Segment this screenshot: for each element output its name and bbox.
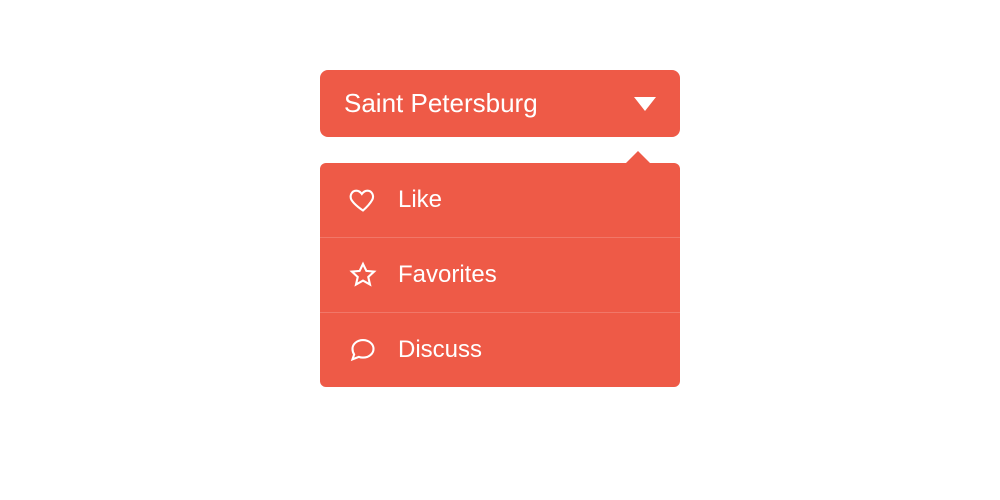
speech-bubble-icon [348,335,378,365]
dropdown-item-label: Discuss [398,336,482,364]
dropdown-item-discuss[interactable]: Discuss [320,313,680,387]
chevron-down-icon [634,97,656,111]
dropdown-item-label: Like [398,186,442,214]
dropdown-menu: Like Favorites Discuss [320,163,680,387]
heart-icon [348,185,378,215]
dropdown-item-label: Favorites [398,261,497,289]
dropdown-item-like[interactable]: Like [320,163,680,238]
location-select[interactable]: Saint Petersburg [320,70,680,137]
dropdown-item-favorites[interactable]: Favorites [320,238,680,313]
selected-location-label: Saint Petersburg [344,88,538,119]
star-icon [348,260,378,290]
